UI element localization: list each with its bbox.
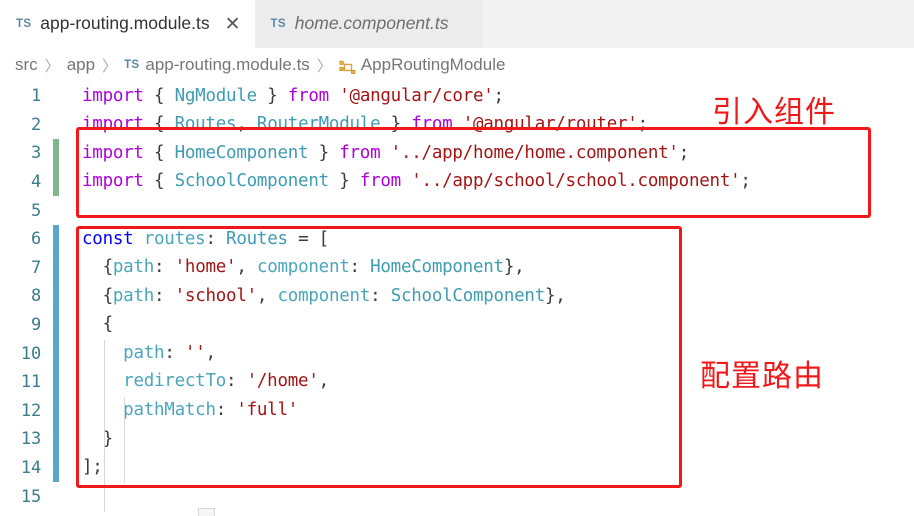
breadcrumb: src 〉 app 〉 TS app-routing.module.ts 〉 A… (0, 48, 914, 82)
code-editor[interactable]: 1 import { NgModule } from '@angular/core… (0, 82, 914, 516)
line-number: 2 (30, 114, 41, 135)
code-line[interactable]: 13 } (0, 425, 914, 454)
tab-app-routing-module[interactable]: TS app-routing.module.ts ✕ (0, 0, 255, 48)
namespace-symbol-icon (339, 60, 356, 76)
code-text: import { SchoolComponent } from '../app/… (82, 171, 751, 192)
gutter-change-marker[interactable] (50, 453, 66, 483)
code-line[interactable]: 9 { (0, 310, 914, 340)
line-number: 11 (20, 372, 41, 393)
tab-home-component[interactable]: TS home.component.ts (254, 0, 483, 48)
line-number: 6 (30, 229, 41, 250)
tab-label: app-routing.module.ts (40, 13, 210, 34)
code-text: pathMatch: 'full' (123, 400, 299, 421)
gutter-added-marker (53, 167, 59, 197)
chevron-right-icon: 〉 (316, 56, 332, 75)
line-number: 9 (30, 315, 41, 336)
code-line[interactable]: 12 pathMatch: 'full' (0, 396, 914, 426)
gutter-change-marker[interactable] (50, 253, 66, 283)
gutter-change-marker[interactable] (50, 167, 66, 197)
gutter-change-marker[interactable] (50, 224, 66, 254)
gutter-change-marker[interactable] (50, 82, 66, 111)
tab-label: home.component.ts (294, 13, 449, 34)
ts-file-icon: TS (270, 18, 286, 30)
gutter-change-marker[interactable] (50, 482, 66, 511)
line-number: 8 (30, 286, 41, 307)
ts-file-icon: TS (16, 18, 32, 30)
gutter-modified-marker (53, 396, 59, 426)
breadcrumb-item-file[interactable]: app-routing.module.ts (145, 55, 309, 75)
code-text: ]; (82, 457, 103, 478)
code-line[interactable]: 14]; (0, 453, 914, 483)
code-line[interactable]: 6 const routes: Routes = [ (0, 224, 914, 254)
code-line[interactable]: 7 {path: 'home', component: HomeComponen… (0, 253, 914, 283)
code-line[interactable]: 8 {path: 'school', component: SchoolComp… (0, 282, 914, 311)
annotation-label-import-components: 引入组件 (712, 95, 836, 130)
code-text: import { HomeComponent } from '../app/ho… (82, 142, 689, 163)
gutter-change-marker[interactable] (50, 139, 66, 168)
breadcrumb-item-src[interactable]: src (15, 55, 38, 75)
line-number: 13 (20, 429, 41, 450)
gutter-change-marker[interactable] (50, 196, 66, 225)
gutter-change-marker[interactable] (50, 282, 66, 311)
gutter-modified-marker (53, 339, 59, 368)
code-text: { (102, 314, 114, 335)
tab-bar-empty-space (482, 0, 914, 48)
gutter-change-marker[interactable] (50, 367, 66, 397)
gutter-change-marker[interactable] (50, 310, 66, 340)
line-number: 5 (30, 200, 41, 221)
gutter-modified-marker (53, 425, 59, 454)
indent-guide (124, 397, 125, 483)
gutter-change-marker[interactable] (50, 396, 66, 426)
line-number: 7 (30, 257, 41, 278)
gutter-modified-marker (53, 310, 59, 340)
gutter-modified-marker (53, 367, 59, 397)
gutter-modified-marker (53, 453, 59, 483)
ts-file-icon: TS (124, 59, 140, 71)
code-lines-container: 1 import { NgModule } from '@angular/core… (0, 82, 914, 511)
line-number: 12 (20, 400, 41, 421)
line-number: 14 (20, 458, 41, 479)
decorator-glyph (198, 508, 215, 516)
code-text: const routes: Routes = [ (82, 228, 329, 249)
code-line[interactable]: 4 import { SchoolComponent } from '../app… (0, 167, 914, 197)
code-line[interactable]: 5 (0, 196, 914, 225)
line-number: 1 (30, 86, 41, 107)
line-number: 15 (20, 486, 41, 507)
editor-tab-bar: TS app-routing.module.ts ✕ TS home.compo… (0, 0, 914, 48)
breadcrumb-item-app[interactable]: app (67, 55, 95, 75)
gutter-modified-marker (53, 253, 59, 283)
gutter-change-marker[interactable] (50, 425, 66, 454)
annotation-label-configure-routes: 配置路由 (700, 359, 824, 394)
code-line[interactable]: 3 import { HomeComponent } from '../app/h… (0, 139, 914, 168)
line-number: 3 (30, 143, 41, 164)
code-text: {path: 'school', component: SchoolCompon… (102, 285, 566, 306)
indent-guide (104, 340, 105, 512)
code-line[interactable]: 15 (0, 482, 914, 511)
line-number: 10 (20, 343, 41, 364)
gutter-modified-marker (53, 282, 59, 311)
vscode-window: TS app-routing.module.ts ✕ TS home.compo… (0, 0, 914, 516)
gutter-change-marker[interactable] (50, 339, 66, 368)
line-number: 4 (30, 172, 41, 193)
gutter-added-marker (53, 139, 59, 168)
chevron-right-icon: 〉 (102, 56, 118, 75)
code-text: {path: 'home', component: HomeComponent}… (102, 257, 525, 278)
gutter-change-marker[interactable] (50, 111, 66, 140)
close-icon[interactable]: ✕ (225, 14, 241, 34)
code-text: } (102, 428, 114, 449)
chevron-right-icon: 〉 (44, 56, 60, 75)
gutter-modified-marker (53, 224, 59, 254)
breadcrumb-item-symbol[interactable]: AppRoutingModule (361, 55, 506, 75)
